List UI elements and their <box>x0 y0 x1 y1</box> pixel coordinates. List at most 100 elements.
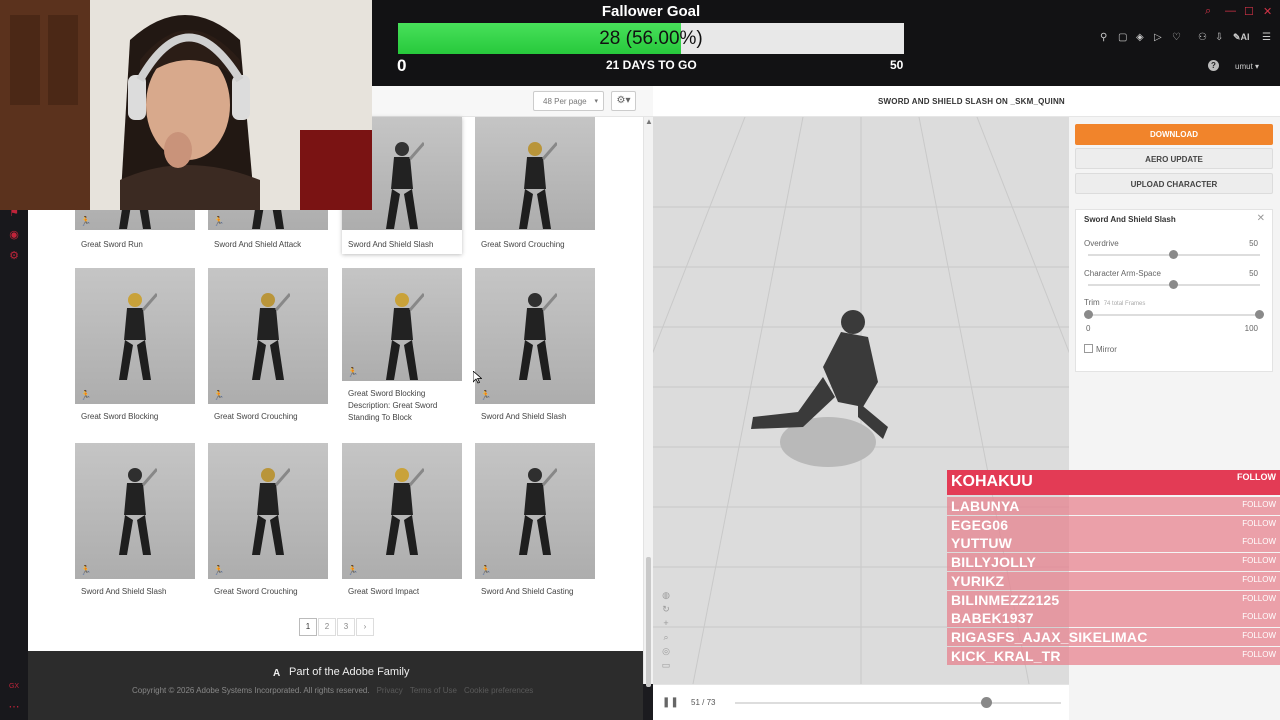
menu-icon[interactable]: ☰ <box>1262 32 1271 43</box>
follow-label: FOLLOW <box>1242 649 1276 659</box>
animation-thumbnail[interactable]: 🏃 <box>75 268 195 404</box>
follower-name: BILINMEZZ2125 <box>951 591 1060 608</box>
follower-name: EGEG06 <box>951 516 1009 533</box>
follower-row: YURIKZ FOLLOW <box>947 571 1280 590</box>
close-icon[interactable]: ✕ <box>1263 5 1272 18</box>
scroll-up-icon[interactable]: ▲ <box>645 117 653 126</box>
minimize-icon[interactable]: — <box>1225 5 1236 17</box>
privacy-link[interactable]: Privacy <box>377 686 403 695</box>
run-icon: 🏃 <box>347 367 359 377</box>
animation-card[interactable]: 🏃 Sword And Shield Casting <box>475 443 595 601</box>
trim-start-knob[interactable] <box>1084 310 1093 319</box>
animation-card[interactable]: 🏃 Great Sword Crouching <box>208 443 328 601</box>
zoom-out-icon[interactable]: ⌕ <box>660 630 672 644</box>
search-icon[interactable]: ⌕ <box>1205 5 1211 18</box>
help-icon[interactable]: ? <box>1208 60 1219 71</box>
trim-min: 0 <box>1086 324 1091 333</box>
goal-title: Fallower Goal <box>601 3 701 20</box>
follower-row: RIGASFS_AJAX_SIKELIMAC FOLLOW <box>947 627 1280 646</box>
cookie-link[interactable]: Cookie preferences <box>464 686 533 695</box>
trim-slider[interactable] <box>1088 314 1260 316</box>
animation-card[interactable]: 🏃 Great Sword Blocking <box>75 268 195 426</box>
shield-icon[interactable]: ◈ <box>1136 32 1144 43</box>
animation-card[interactable]: 🏃 Great Sword Blocking Description: Great … <box>342 268 462 426</box>
overdrive-knob[interactable] <box>1169 250 1178 259</box>
grid-scrollbar[interactable]: ▲ <box>643 117 653 687</box>
card-label: Sword And Shield Slash <box>348 240 434 249</box>
pause-icon[interactable]: ❚❚ <box>662 697 679 708</box>
animation-thumbnail[interactable]: 🏃 <box>208 268 328 404</box>
reset-icon[interactable]: ◎ <box>660 644 672 658</box>
download-icon[interactable]: ⇩ <box>1215 32 1223 43</box>
checkbox-icon[interactable] <box>1084 344 1093 353</box>
pin-icon[interactable]: ⚲ <box>1100 32 1107 43</box>
run-icon: 🏃 <box>213 216 225 226</box>
settings-icon[interactable]: ⚙ <box>7 249 21 263</box>
animation-card[interactable]: 🏃 Sword And Shield Slash <box>475 268 595 426</box>
page-1-button[interactable]: 1 <box>299 618 317 636</box>
rotate-icon[interactable]: ↻ <box>660 602 672 616</box>
animation-thumbnail[interactable]: 🏃 <box>75 443 195 579</box>
tabs-icon[interactable]: ▢ <box>1118 32 1127 43</box>
follower-row: YUTTUW FOLLOW <box>947 534 1280 553</box>
animation-thumbnail[interactable] <box>475 117 595 230</box>
card-description: Description: Great Sword Standing To Blo… <box>348 401 438 422</box>
goal-progress-text: 28 (56.00%) <box>599 28 703 49</box>
ai-button[interactable]: ✎AI <box>1233 32 1250 43</box>
per-page-select[interactable]: 48 Per page ▾ <box>533 91 604 111</box>
animation-thumbnail[interactable]: 🏃 <box>342 443 462 579</box>
page-2-button[interactable]: 2 <box>318 618 336 636</box>
animation-card[interactable]: 🏃 Great Sword Crouching <box>208 268 328 426</box>
animation-card[interactable]: 🏃 Sword And Shield Slash <box>75 443 195 601</box>
close-settings-icon[interactable]: ✕ <box>1257 213 1265 224</box>
aero-update-button[interactable]: AERO UPDATE <box>1075 148 1273 169</box>
more-icon[interactable]: ⋯ <box>7 700 21 714</box>
animation-thumbnail[interactable]: 🏃 <box>208 443 328 579</box>
download-button[interactable]: DOWNLOAD <box>1075 124 1273 145</box>
user-menu[interactable]: umut ▾ <box>1235 62 1259 71</box>
upload-character-button[interactable]: UPLOAD CHARACTER <box>1075 173 1273 194</box>
run-icon: 🏃 <box>480 390 492 400</box>
character-figure <box>519 293 557 380</box>
run-icon: 🏃 <box>80 565 92 575</box>
gx-icon[interactable]: GX <box>7 680 21 694</box>
follow-label: FOLLOW <box>1242 518 1276 528</box>
arm-space-knob[interactable] <box>1169 280 1178 289</box>
camera-icon[interactable]: ◍ <box>660 588 672 602</box>
trim-end-knob[interactable] <box>1255 310 1264 319</box>
timeline-knob[interactable] <box>981 697 993 708</box>
run-icon: 🏃 <box>480 565 492 575</box>
mouse-cursor-icon <box>473 371 482 384</box>
follower-row: BILINMEZZ2125 FOLLOW <box>947 590 1280 609</box>
card-label: Great Sword Impact <box>348 587 420 596</box>
screen: { "goal": {"title": "Fallower Goal", "pr… <box>0 0 1280 720</box>
grid-settings-button[interactable]: ⚙▾ <box>611 91 636 111</box>
terms-link[interactable]: Terms of Use <box>410 686 457 695</box>
page-footer: A Part of the Adobe Family Copyright © 20… <box>28 651 643 720</box>
play-icon[interactable]: ▷ <box>1154 32 1162 43</box>
animation-card[interactable]: Great Sword Crouching <box>475 117 595 254</box>
animation-thumbnail[interactable]: 🏃 <box>475 268 595 404</box>
viewer-header: SWORD AND SHIELD SLASH ON _SKM_QUINN <box>653 86 1280 117</box>
animation-thumbnail[interactable]: 🏃 <box>475 443 595 579</box>
adobe-family-link[interactable]: A Part of the Adobe Family <box>273 666 409 679</box>
zoom-in-icon[interactable]: + <box>660 616 672 630</box>
timeline-track[interactable] <box>735 702 1061 704</box>
page-3-button[interactable]: 3 <box>337 618 355 636</box>
account-icon[interactable]: ⚇ <box>1198 32 1207 43</box>
animation-card[interactable]: 🏃 Great Sword Impact <box>342 443 462 601</box>
video-icon[interactable]: ▭ <box>660 658 672 672</box>
mirror-checkbox[interactable]: Mirror <box>1084 344 1117 354</box>
follower-name: KICK_KRAL_TR <box>951 647 1061 664</box>
viewport-tools: ◍ ↻ + ⌕ ◎ ▭ <box>660 588 672 672</box>
scroll-thumb[interactable] <box>646 557 651 687</box>
card-label: Great Sword Blocking <box>81 412 159 421</box>
contacts-icon[interactable]: ◉ <box>7 228 21 242</box>
animation-thumbnail[interactable]: 🏃 <box>342 268 462 381</box>
settings-title: Sword And Shield Slash <box>1084 215 1176 224</box>
follower-name: YURIKZ <box>951 572 1005 589</box>
maximize-icon[interactable]: ☐ <box>1244 5 1254 18</box>
heart-icon[interactable]: ♡ <box>1172 32 1181 43</box>
next-page-button[interactable]: › <box>356 618 374 636</box>
follow-label: FOLLOW <box>1242 630 1276 640</box>
